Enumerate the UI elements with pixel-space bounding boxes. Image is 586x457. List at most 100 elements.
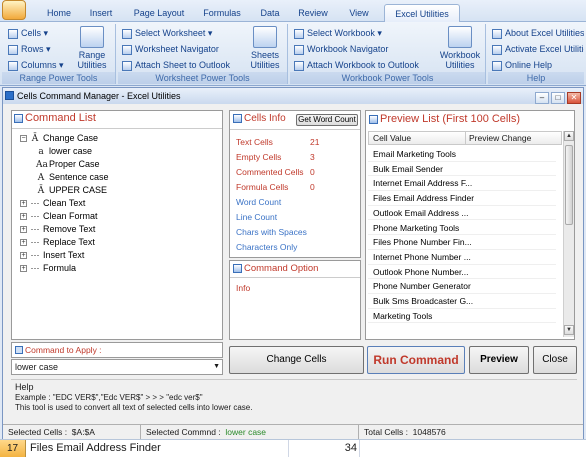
preview-row[interactable]: Internet Phone Number ... — [368, 250, 556, 265]
workbook-utilities-icon — [448, 26, 472, 48]
change-cells-button[interactable]: Change Cells — [229, 346, 364, 374]
preview-row[interactable]: Outlook Phone Number... — [368, 265, 556, 280]
expand-icon[interactable]: + — [20, 252, 27, 260]
status-selected-command: Selected Commnd : lower case — [141, 425, 359, 440]
scroll-down-icon[interactable]: ▼ — [564, 325, 574, 335]
maximize-button[interactable]: □ — [551, 92, 565, 104]
tree-item-proper-case[interactable]: AaProper Case — [36, 158, 100, 171]
status-bar: Selected Cells : $A:$A Selected Commnd :… — [3, 424, 583, 440]
tree-item-change-case[interactable]: − Ā Change Case — [20, 132, 98, 145]
command-option-title: Command Option — [233, 263, 318, 274]
tab-review[interactable]: Review — [293, 4, 333, 22]
app-icon — [5, 91, 14, 100]
option-icon — [233, 263, 242, 273]
tab-view[interactable]: View — [342, 4, 376, 22]
column-cell-value[interactable]: Cell Value — [373, 132, 411, 144]
workbook-navigator-button[interactable]: Workbook Navigator — [294, 42, 388, 56]
tree-item-formula[interactable]: + ⋯ Formula — [20, 262, 76, 275]
attach-workbook-button[interactable]: Attach Workbook to Outlook — [294, 58, 419, 72]
online-help-button[interactable]: Online Help — [492, 58, 552, 72]
status-total-cells: Total Cells : 1048576 — [364, 427, 446, 437]
close-button[interactable]: Close — [533, 346, 577, 374]
worksheet-navigator-icon — [122, 44, 132, 55]
tree-item-lower-case[interactable]: a lower case — [36, 145, 92, 158]
sheet-cell-value[interactable]: 34 — [288, 440, 360, 457]
preview-row[interactable]: Phone Number Generator — [368, 279, 556, 294]
info-word-count: Word Count — [236, 197, 282, 207]
dialog-title: Cells Command Manager - Excel Utilities — [17, 91, 181, 101]
workbook-utilities-button[interactable]: Workbook Utilities — [438, 26, 482, 70]
preview-row[interactable]: Files Email Address Finder — [368, 191, 556, 206]
preview-row[interactable]: Files Phone Number Fin... — [368, 235, 556, 250]
columns-icon — [8, 60, 18, 71]
range-utilities-icon — [80, 26, 104, 48]
minimize-button[interactable]: – — [535, 92, 549, 104]
worksheet-navigator-button[interactable]: Worksheet Navigator — [122, 42, 219, 56]
worksheet-power-tools-group: Select Worksheet ▾ Worksheet Navigator A… — [118, 24, 288, 84]
command-to-apply-field[interactable]: lower case ▼ — [11, 359, 223, 375]
info-empty-cells: Empty Cells 3 — [236, 152, 315, 162]
tree-item-remove-text[interactable]: + ⋯ Remove Text — [20, 223, 95, 236]
info-chars-with-spaces: Chars with Spaces — [236, 227, 307, 237]
row-header[interactable]: 17 — [0, 440, 26, 457]
run-command-button[interactable]: Run Command — [367, 346, 465, 374]
attach-sheet-button[interactable]: Attach Sheet to Outlook — [122, 58, 230, 72]
rows-icon — [8, 44, 18, 55]
select-worksheet-button[interactable]: Select Worksheet ▾ — [122, 26, 212, 40]
collapse-icon[interactable]: − — [20, 135, 27, 143]
range-utilities-button[interactable]: Range Utilities — [72, 26, 112, 70]
about-button[interactable]: About Excel Utilities — [492, 26, 584, 40]
range-power-tools-group: Cells ▾ Rows ▾ Columns ▾ Range Utilities… — [2, 24, 116, 84]
tree-item-insert-text[interactable]: + ⋯ Insert Text — [20, 249, 84, 262]
columns-menu-button[interactable]: Columns ▾ — [8, 58, 64, 72]
help-group: About Excel Utilities Activate Excel Uti… — [488, 24, 584, 84]
preview-row[interactable]: Marketing Tools — [368, 309, 556, 324]
window-controls: – □ ✕ — [533, 89, 581, 105]
close-window-button[interactable]: ✕ — [567, 92, 581, 104]
preview-row[interactable]: Internet Email Address F... — [368, 176, 556, 192]
get-word-count-button[interactable]: Get Word Count — [296, 114, 358, 126]
tree-item-replace-text[interactable]: + ⋯ Replace Text — [20, 236, 95, 249]
preview-row[interactable]: Phone Marketing Tools — [368, 221, 556, 236]
expand-icon[interactable]: + — [20, 213, 27, 221]
ribbon-tab-bar: Home Insert Page Layout Formulas Data Re… — [0, 0, 586, 22]
tab-insert[interactable]: Insert — [82, 4, 120, 22]
tree-item-upper-case[interactable]: Ā UPPER CASE — [36, 184, 107, 197]
info-line-count: Line Count — [236, 212, 278, 222]
preview-row[interactable]: Bulk Sms Broadcaster G... — [368, 294, 556, 309]
preview-row[interactable]: Bulk Email Sender — [368, 162, 556, 177]
tab-excel-utilities[interactable]: Excel Utilities — [384, 4, 460, 22]
info-characters-only: Characters Only — [236, 242, 298, 252]
preview-scrollbar[interactable]: ▲ ▼ — [563, 131, 574, 337]
activate-button[interactable]: Activate Excel Utilities — [492, 42, 584, 56]
cells-info-title: Cells Info — [233, 113, 286, 124]
info-commented-cells: Commented Cells 0 — [236, 167, 315, 177]
tab-data[interactable]: Data — [255, 4, 285, 22]
office-button[interactable] — [2, 0, 32, 22]
expand-icon[interactable]: + — [20, 239, 27, 247]
tree-item-clean-text[interactable]: + ⋯ Clean Text — [20, 197, 85, 210]
preview-row[interactable]: Email Marketing Tools — [368, 147, 556, 162]
sheet-cell-text[interactable]: Files Email Address Finder — [30, 440, 161, 457]
help-text: This tool is used to convert all text of… — [15, 403, 253, 412]
sheets-utilities-button[interactable]: Sheets Utilities — [246, 26, 284, 70]
chevron-down-icon[interactable]: ▼ — [213, 360, 220, 374]
rows-menu-button[interactable]: Rows ▾ — [8, 42, 51, 56]
tab-page-layout[interactable]: Page Layout — [128, 4, 190, 22]
column-preview-change[interactable]: Preview Change — [465, 132, 531, 144]
preview-row[interactable]: Outlook Email Address ... — [368, 206, 556, 221]
help-title: Help — [15, 382, 34, 392]
tab-home[interactable]: Home — [40, 4, 78, 22]
scroll-up-icon[interactable]: ▲ — [564, 131, 574, 141]
expand-icon[interactable]: + — [20, 226, 27, 234]
cells-menu-button[interactable]: Cells ▾ — [8, 26, 48, 40]
info-icon — [492, 28, 502, 39]
select-workbook-button[interactable]: Select Workbook ▾ — [294, 26, 382, 40]
tab-formulas[interactable]: Formulas — [196, 4, 248, 22]
expand-icon[interactable]: + — [20, 200, 27, 208]
scroll-thumb[interactable] — [565, 145, 573, 225]
tree-item-sentence-case[interactable]: A Sentence case — [36, 171, 109, 184]
expand-icon[interactable]: + — [20, 265, 27, 273]
preview-button[interactable]: Preview — [469, 346, 529, 374]
tree-item-clean-format[interactable]: + ⋯ Clean Format — [20, 210, 98, 223]
